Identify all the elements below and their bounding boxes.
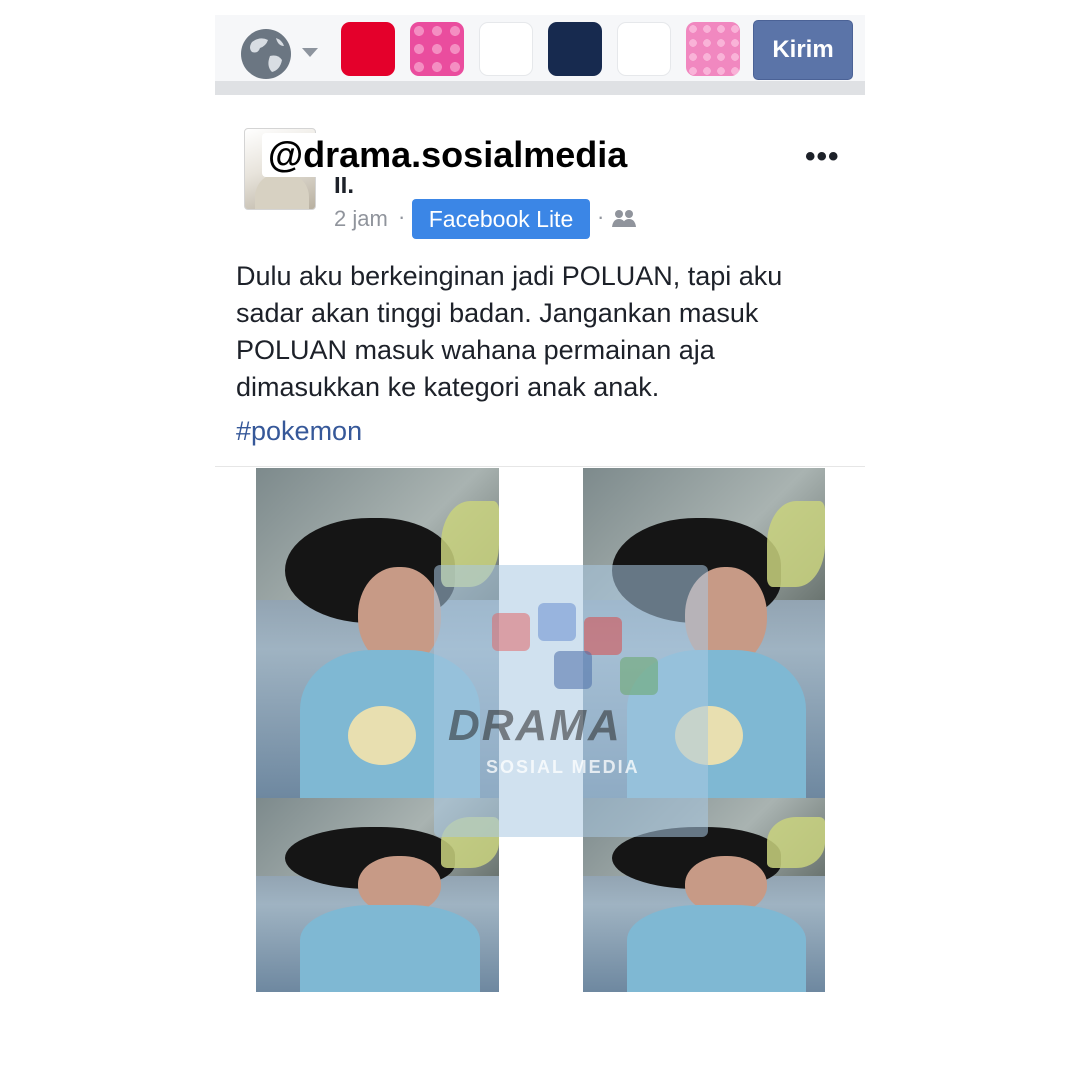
youtube-tile-icon [584,617,622,655]
hashtag-link[interactable]: #pokemon [236,416,362,447]
meta-separator: · [398,204,406,229]
meta-separator-2: · [597,204,605,229]
post-text: Dulu aku berkeinginan jadi POLUAN, tapi … [236,261,783,402]
caret-down-icon[interactable] [302,48,318,57]
post-timestamp[interactable]: 2 jam [334,206,388,232]
background-pink-dots-swatch[interactable] [410,22,464,76]
app-badge[interactable]: Facebook Lite [412,199,590,239]
messenger-tile-icon [620,657,658,695]
background-white-swatch[interactable] [479,22,533,76]
more-options-icon[interactable]: ••• [805,140,840,174]
watermark-logo-word: DRAMA [448,701,622,750]
background-red-swatch[interactable] [341,22,395,76]
watermark-handle: @drama.sosialmedia [262,133,634,177]
google-plus-tile-icon [492,613,530,651]
background-pink-light-swatch[interactable] [686,22,740,76]
drama-sosial-media-watermark-logo: DRAMA SOSIAL MEDIA [434,565,708,837]
background-white-2-swatch[interactable] [617,22,671,76]
facebook-tile-icon [538,603,576,641]
tumblr-tile-icon [554,651,592,689]
friends-icon[interactable] [611,208,637,228]
avatar-body [255,173,309,209]
globe-icon[interactable] [238,26,294,82]
background-navy-swatch[interactable] [548,22,602,76]
watermark-logo-subtitle: SOSIAL MEDIA [486,757,640,777]
send-button[interactable]: Kirim [753,20,853,80]
